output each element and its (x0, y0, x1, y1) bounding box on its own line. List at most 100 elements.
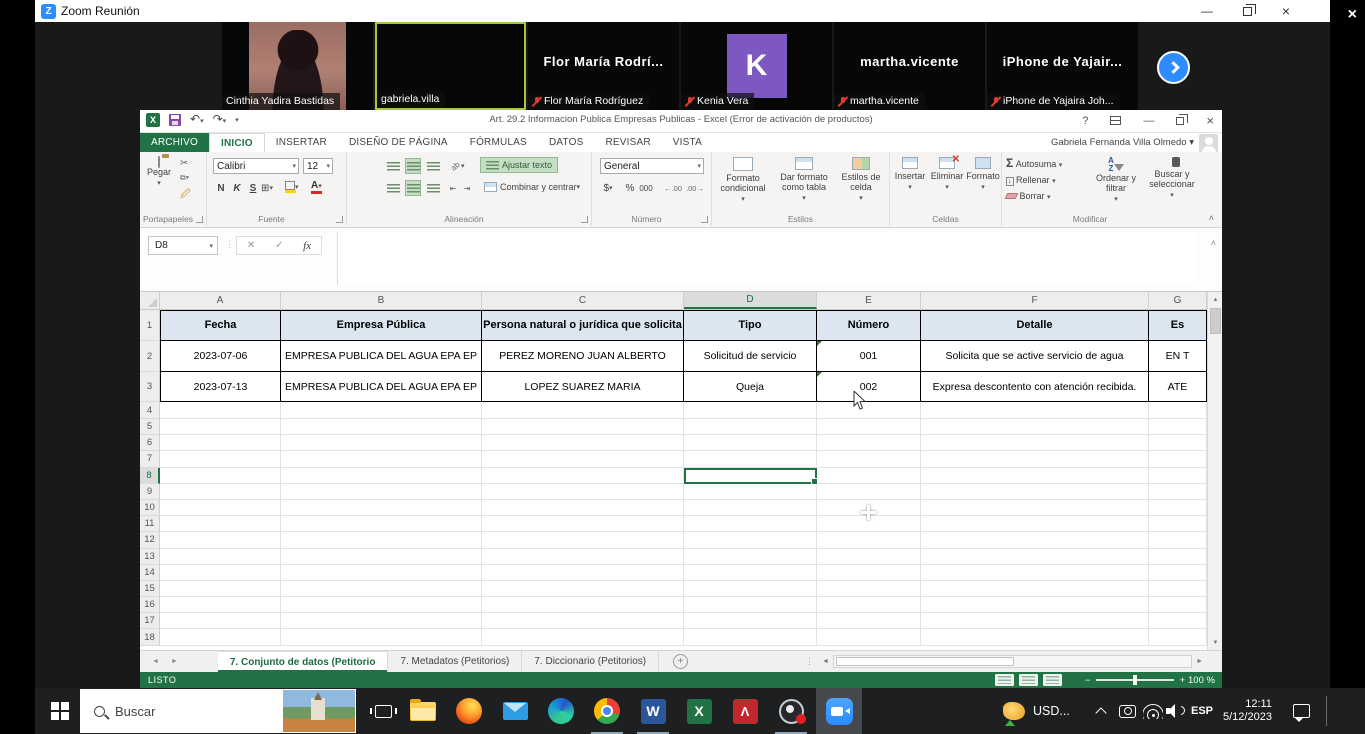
tab-insertar[interactable]: INSERTAR (265, 133, 338, 152)
cell-C7[interactable] (482, 451, 684, 467)
scroll-right-icon[interactable]: ► (1192, 658, 1207, 665)
excel-restore-icon[interactable] (1176, 117, 1184, 125)
cell-F6[interactable] (921, 435, 1149, 451)
cell-G11[interactable] (1149, 516, 1207, 532)
cell-F18[interactable] (921, 629, 1149, 645)
conditional-format-button[interactable]: Formato condicional▾ (714, 157, 772, 203)
cell-B15[interactable] (281, 581, 482, 597)
cell-G3[interactable]: ATE (1149, 372, 1207, 402)
sheet-tab-3[interactable]: 7. Diccionario (Petitorios) (522, 651, 659, 672)
tab-formulas[interactable]: FÓRMULAS (459, 133, 538, 152)
cell-B13[interactable] (281, 549, 482, 565)
sheet-prev-icon[interactable]: ◄ (152, 658, 159, 665)
cell-F9[interactable] (921, 484, 1149, 500)
excel-close-icon[interactable]: × (1206, 113, 1214, 128)
cell-B3[interactable]: EMPRESA PUBLICA DEL AGUA EPA EP (281, 372, 482, 402)
cell-C9[interactable] (482, 484, 684, 500)
cell-F3[interactable]: Expresa descontento con atención recibid… (921, 372, 1149, 402)
cell-E17[interactable] (817, 613, 921, 629)
clock[interactable]: 12:115/12/2023 (1223, 688, 1272, 734)
comma-button[interactable]: 000 (638, 180, 654, 196)
cell-A2[interactable]: 2023-07-06 (160, 341, 281, 372)
cell-B5[interactable] (281, 419, 482, 435)
tab-archivo[interactable]: ARCHIVO (140, 133, 209, 152)
cell-C4[interactable] (482, 402, 684, 419)
cell-A16[interactable] (160, 597, 281, 613)
cell-D15[interactable] (684, 581, 817, 597)
align-right-icon[interactable] (425, 180, 441, 196)
cell-A3[interactable]: 2023-07-13 (160, 372, 281, 402)
cell-C12[interactable] (482, 532, 684, 548)
firefox-button[interactable] (446, 688, 492, 734)
cell-D13[interactable] (684, 549, 817, 565)
account-name[interactable]: Gabriela Fernanda Villa Olmedo ▾ (1051, 137, 1194, 148)
cell-C8[interactable] (482, 468, 684, 484)
cell-C14[interactable] (482, 565, 684, 581)
cell-A4[interactable] (160, 402, 281, 419)
cell-F4[interactable] (921, 402, 1149, 419)
cell-E15[interactable] (817, 581, 921, 597)
cell-B7[interactable] (281, 451, 482, 467)
increase-indent-icon[interactable]: ⇥ (459, 180, 475, 196)
cell-D3[interactable]: Queja (684, 372, 817, 402)
horizontal-scroll-thumb[interactable] (836, 657, 1014, 666)
taskbar-search[interactable]: Buscar (80, 689, 356, 733)
cell-D2[interactable]: Solicitud de servicio (684, 341, 817, 372)
column-header-A[interactable]: A (160, 292, 281, 309)
page-break-view-icon[interactable] (1043, 674, 1062, 686)
column-header-B[interactable]: B (281, 292, 482, 309)
align-center-icon[interactable] (405, 180, 421, 196)
increase-decimal-icon[interactable]: ←.00 (664, 180, 682, 196)
mail-button[interactable] (492, 688, 538, 734)
bold-button[interactable]: N (213, 180, 229, 196)
tray-expand[interactable] (1097, 688, 1105, 734)
cell-G4[interactable] (1149, 402, 1207, 419)
cell-E5[interactable] (817, 419, 921, 435)
cell-B10[interactable] (281, 500, 482, 516)
cell-B4[interactable] (281, 402, 482, 419)
cell-E6[interactable] (817, 435, 921, 451)
cell-D18[interactable] (684, 629, 817, 645)
cell-D1[interactable]: Tipo (684, 310, 817, 341)
overlay-close-icon[interactable]: × (1348, 6, 1357, 24)
font-size-combo[interactable]: 12▾ (303, 158, 333, 174)
decrease-decimal-icon[interactable]: .00→ (686, 180, 704, 196)
formula-bar-expand-icon[interactable]: ˄ (1211, 238, 1216, 248)
select-all-corner[interactable] (140, 292, 160, 309)
restore-button[interactable] (1243, 7, 1252, 16)
participant-tile-6[interactable]: iPhone de Yajair...iPhone de Yajaira Joh… (987, 22, 1138, 110)
cell-A6[interactable] (160, 435, 281, 451)
participant-tile-2[interactable]: gabriela.villa (375, 22, 526, 110)
cell-F16[interactable] (921, 597, 1149, 613)
cell-A12[interactable] (160, 532, 281, 548)
format-cells-button[interactable]: Formato▾ (966, 157, 1000, 191)
cell-B12[interactable] (281, 532, 482, 548)
scroll-left-icon[interactable]: ◄ (818, 658, 833, 665)
cell-G15[interactable] (1149, 581, 1207, 597)
cell-D7[interactable] (684, 451, 817, 467)
fill-button[interactable]: ↓ Rellenar ▾ (1006, 173, 1062, 189)
cell-E2[interactable]: 001 (817, 341, 921, 372)
column-header-E[interactable]: E (817, 292, 921, 309)
row-header-8[interactable]: 8 (140, 468, 160, 484)
row-header-12[interactable]: 12 (140, 532, 160, 548)
cell-C15[interactable] (482, 581, 684, 597)
cell-D10[interactable] (684, 500, 817, 516)
acrobat-button[interactable]: Λ (722, 688, 768, 734)
cell-D14[interactable] (684, 565, 817, 581)
minimize-button[interactable]: — (1201, 4, 1213, 18)
copy-icon[interactable]: ⧉▾ (180, 173, 191, 183)
cell-F17[interactable] (921, 613, 1149, 629)
cell-D6[interactable] (684, 435, 817, 451)
cancel-entry-icon[interactable]: ✕ (247, 240, 255, 251)
cell-G7[interactable] (1149, 451, 1207, 467)
spreadsheet-grid[interactable]: 1FechaEmpresa PúblicaPersona natural o j… (140, 310, 1207, 650)
scroll-up-icon[interactable]: ▲ (1208, 292, 1223, 307)
cell-D11[interactable] (684, 516, 817, 532)
cell-G17[interactable] (1149, 613, 1207, 629)
column-header-D[interactable]: D (684, 292, 817, 309)
cell-E8[interactable] (817, 468, 921, 484)
start-button[interactable] (37, 688, 83, 734)
zoom-slider-thumb[interactable] (1133, 675, 1137, 685)
tab-diseno[interactable]: DISEÑO DE PÁGINA (338, 133, 459, 152)
